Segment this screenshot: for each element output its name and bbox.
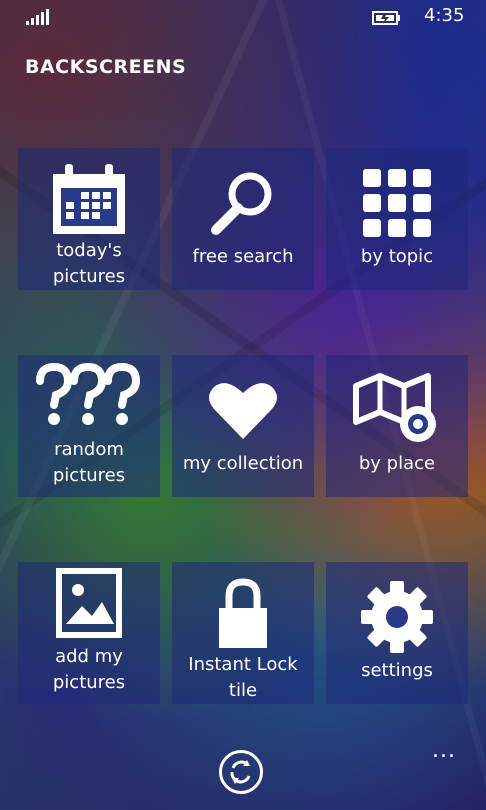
calendar-icon (53, 164, 125, 234)
tile-todays-pictures[interactable]: today's pictures (18, 148, 160, 290)
tile-by-topic[interactable]: by topic (326, 148, 468, 290)
question-marks-icon (36, 363, 141, 425)
magnifier-icon (211, 172, 272, 235)
tile-label: today's pictures (52, 240, 126, 287)
tile-label: settings (361, 660, 433, 681)
tile-settings[interactable]: settings (326, 562, 468, 704)
tile-my-collection[interactable]: my collection (172, 355, 314, 497)
tile-add-my-pictures[interactable]: add my pictures (18, 562, 160, 704)
tile-label: my collection (182, 453, 304, 474)
tile-label: Instant Lock tile (188, 654, 298, 701)
map-pin-icon (353, 373, 436, 442)
tile-label-line1: random (54, 439, 124, 460)
app-bar: ... (0, 738, 486, 810)
tile-label: by place (358, 453, 436, 474)
battery-charging-icon (372, 11, 400, 25)
gear-icon (361, 581, 433, 653)
tile-random-pictures[interactable]: random pictures (18, 355, 160, 497)
tile-free-search[interactable]: free search (172, 148, 314, 290)
lock-icon (219, 578, 267, 648)
status-time: 4:35 (424, 5, 465, 26)
refresh-icon (230, 760, 251, 784)
tile-label-line1: add my (55, 646, 123, 667)
tile-label: random pictures (18, 437, 160, 489)
picture-icon (56, 568, 122, 638)
tile-label: add my pictures (18, 644, 160, 696)
app-title: BACKSCREENS (25, 56, 187, 78)
heart-icon (209, 383, 277, 439)
tile-label: free search (192, 246, 294, 267)
signal-bars-icon (26, 9, 49, 25)
status-bar: 4:35 (0, 0, 486, 34)
tile-label-line2: pictures (52, 672, 126, 693)
refresh-button[interactable] (219, 750, 263, 794)
grid-icon (363, 169, 431, 237)
tile-by-place[interactable]: by place (326, 355, 468, 497)
more-options-button[interactable]: ... (432, 738, 456, 763)
tile-label: by topic (360, 246, 434, 267)
tile-label-line2: pictures (52, 465, 126, 486)
tile-instant-lock[interactable]: Instant Lock tile (172, 562, 314, 704)
